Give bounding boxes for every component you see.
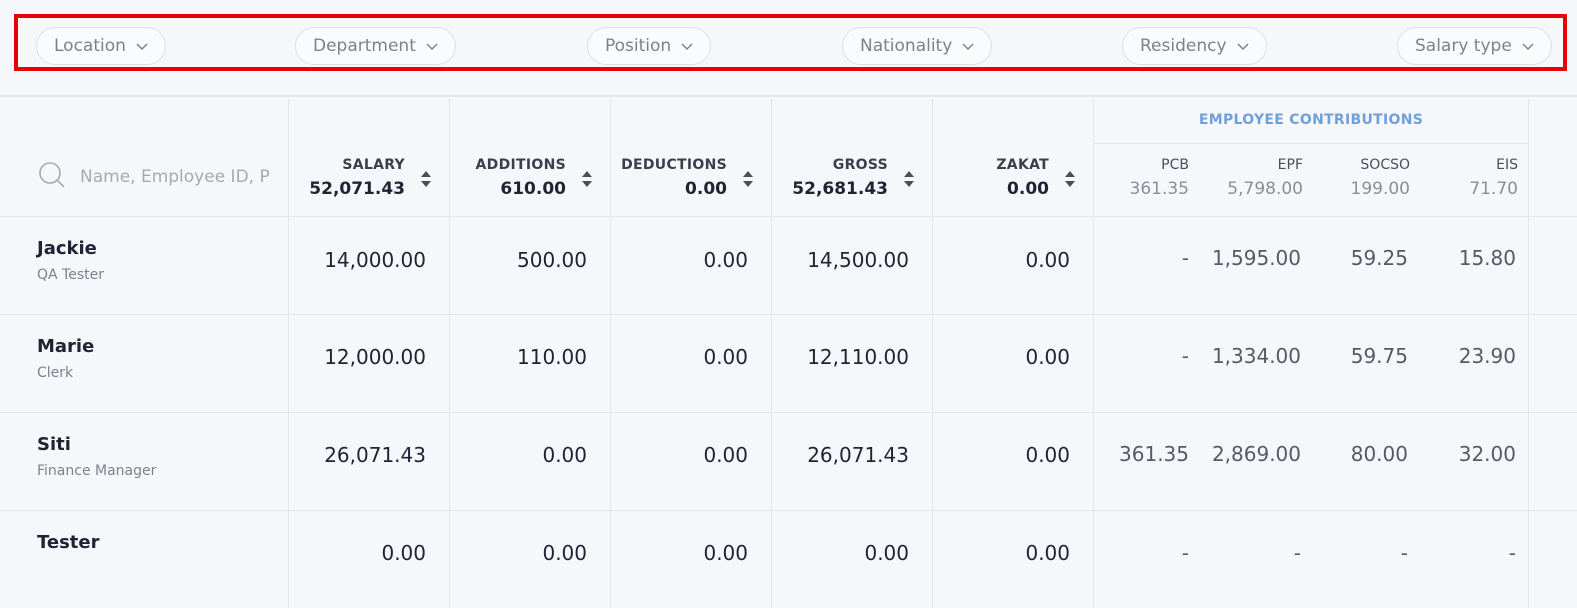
additions-cell: 500.00 [517,248,587,272]
column-header-label: DEDUCTIONS [621,157,727,173]
deductions-cell: 0.00 [703,443,748,467]
column-header-label: ADDITIONS [475,157,566,173]
column-total: 52,071.43 [309,179,405,199]
column-divider [771,99,772,608]
sort-icon[interactable] [742,170,754,188]
employee-position: QA Tester [37,267,104,283]
column-header-additions[interactable]: ADDITIONS 610.00 [476,154,566,202]
epf-cell: 2,869.00 [1211,442,1301,466]
column-total: 5,798.00 [1227,179,1303,199]
eis-cell: 23.90 [1458,344,1516,368]
payroll-table: SALARY 52,071.43 ADDITIONS 610.00 DEDUCT… [0,99,1577,608]
row-divider [0,510,1577,511]
column-header-salary[interactable]: SALARY 52,071.43 [309,154,405,202]
highlight-box [14,14,1567,71]
search-input[interactable] [80,167,270,187]
deductions-cell: 0.00 [703,541,748,565]
employee-name[interactable]: Tester [37,532,100,553]
column-header-label: GROSS [832,157,888,173]
epf-cell: - [1293,541,1301,565]
column-total: 610.00 [500,179,566,199]
column-header-zakat[interactable]: ZAKAT 0.00 [996,154,1049,202]
row-divider [0,314,1577,315]
column-total: 52,681.43 [792,179,888,199]
employee-search [38,161,270,193]
column-divider [1528,99,1529,608]
column-total: 0.00 [1007,179,1049,199]
column-total: 361.35 [1129,179,1189,199]
zakat-cell: 0.00 [1025,248,1070,272]
column-header-gross[interactable]: GROSS 52,681.43 [792,154,888,202]
column-header-epf: EPF 5,798.00 [1227,154,1303,202]
column-header-deductions[interactable]: DEDUCTIONS 0.00 [621,154,727,202]
row-divider [0,412,1577,413]
salary-cell: 26,071.43 [324,443,426,467]
socso-cell: 80.00 [1350,442,1408,466]
zakat-cell: 0.00 [1025,345,1070,369]
employee-contributions-title: EMPLOYEE CONTRIBUTIONS [1198,112,1424,128]
eis-cell: - [1508,541,1516,565]
additions-cell: 110.00 [517,345,587,369]
gross-cell: 14,500.00 [807,248,909,272]
zakat-cell: 0.00 [1025,443,1070,467]
employee-name[interactable]: Marie [37,336,94,357]
epf-cell: 1,595.00 [1211,246,1301,270]
column-header-eis: EIS 71.70 [1469,154,1518,202]
gross-cell: 26,071.43 [807,443,909,467]
column-divider [610,99,611,608]
gross-cell: 0.00 [864,541,909,565]
pcb-cell: - [1181,541,1189,565]
sort-icon[interactable] [1064,170,1076,188]
zakat-cell: 0.00 [1025,541,1070,565]
column-total: 71.70 [1469,179,1518,199]
salary-cell: 12,000.00 [324,345,426,369]
deductions-cell: 0.00 [703,248,748,272]
sort-icon[interactable] [903,170,915,188]
additions-cell: 0.00 [542,541,587,565]
column-divider [449,99,450,608]
pcb-cell: - [1181,344,1189,368]
salary-cell: 0.00 [381,541,426,565]
employee-name[interactable]: Siti [37,434,71,455]
employee-name[interactable]: Jackie [37,238,97,259]
column-header-label: EIS [1496,157,1518,173]
gross-cell: 12,110.00 [807,345,909,369]
column-header-label: SALARY [342,157,405,173]
column-divider [1093,99,1094,608]
epf-cell: 1,334.00 [1211,344,1301,368]
header-divider [0,216,1577,217]
column-divider [932,99,933,608]
socso-cell: - [1400,541,1408,565]
column-header-label: ZAKAT [996,157,1049,173]
sort-icon[interactable] [581,170,593,188]
socso-cell: 59.25 [1350,246,1408,270]
salary-cell: 14,000.00 [324,248,426,272]
column-total: 0.00 [685,179,727,199]
employee-position: Finance Manager [37,463,157,479]
deductions-cell: 0.00 [703,345,748,369]
socso-cell: 59.75 [1350,344,1408,368]
column-header-socso: SOCSO 199.00 [1351,154,1410,202]
employee-position: Clerk [37,365,74,381]
column-divider [288,99,289,608]
eis-cell: 32.00 [1458,442,1516,466]
sort-icon[interactable] [420,170,432,188]
column-header-label: EPF [1277,157,1303,173]
column-total: 199.00 [1350,179,1410,199]
search-icon [38,161,66,193]
additions-cell: 0.00 [542,443,587,467]
eis-cell: 15.80 [1458,246,1516,270]
column-header-label: PCB [1161,157,1189,173]
column-header-pcb: PCB 361.35 [1130,154,1189,202]
pcb-cell: 361.35 [1119,442,1189,466]
group-header-divider [1094,143,1528,144]
pcb-cell: - [1181,246,1189,270]
column-header-label: SOCSO [1360,157,1410,173]
filter-bar: Location Department Position Nationality… [0,0,1577,97]
